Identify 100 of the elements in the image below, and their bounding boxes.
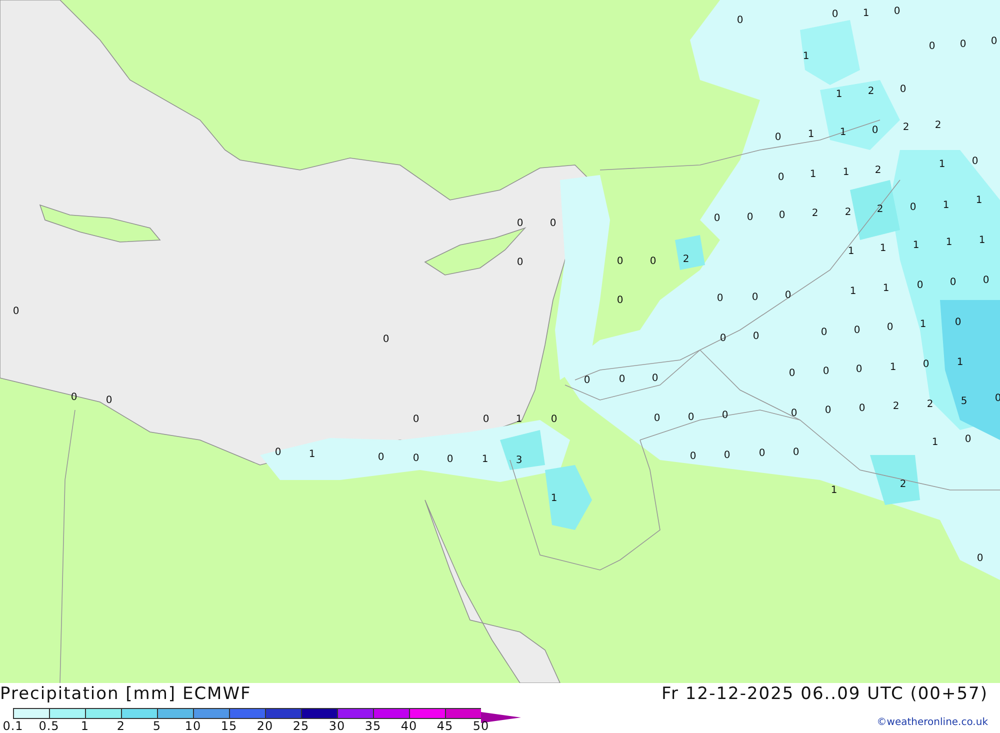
precipitation-value: 2 [902, 122, 910, 133]
precipitation-value: 3 [516, 455, 522, 466]
precipitation-value: 0 [690, 451, 696, 462]
legend-label: 0.5 [38, 719, 60, 733]
precipitation-value: 0 [894, 6, 900, 17]
precipitation-value: 0 [990, 36, 998, 47]
precipitation-value: 1 [808, 129, 814, 140]
precipitation-value: 1 [848, 246, 854, 257]
precipitation-value: 0 [822, 366, 830, 377]
precipitation-value: 0 [650, 256, 656, 267]
precipitation-value: 0 [752, 292, 758, 303]
precipitation-value: 0 [274, 447, 282, 458]
precipitation-value: 2 [868, 86, 874, 97]
precipitation-value: 0 [752, 331, 760, 342]
precipitation-value: 1 [842, 167, 850, 178]
precipitation-value: 0 [70, 392, 78, 403]
precipitation-value: 0 [950, 277, 956, 288]
precipitation-value: 0 [854, 325, 860, 336]
precipitation-value: 0 [516, 257, 524, 268]
precipitation-value: 0 [872, 125, 878, 136]
precipitation-value: 1 [946, 237, 952, 248]
precipitation-value: 0 [482, 414, 490, 425]
precipitation-value: 2 [844, 207, 852, 218]
precipitation-value: 0 [716, 293, 724, 304]
precipitation-value: 0 [616, 256, 624, 267]
precipitation-value: 0 [964, 434, 972, 445]
precipitation-value: 0 [616, 295, 624, 306]
precipitation-value: 2 [876, 204, 884, 215]
legend-label: 1 [80, 719, 90, 733]
precipitation-value: 1 [920, 319, 926, 330]
legend-label: 15 [220, 719, 238, 733]
precipitation-value: 1 [802, 51, 810, 62]
precipitation-value: 1 [830, 485, 838, 496]
precipitation-value: 1 [550, 493, 558, 504]
precipitation-value: 1 [482, 454, 488, 465]
precipitation-value: 0 [778, 172, 784, 183]
precipitation-value: 1 [942, 200, 950, 211]
precipitation-value: 1 [912, 240, 920, 251]
legend-label: 5 [152, 719, 162, 733]
legend-label: 10 [184, 719, 202, 733]
precipitation-value: 0 [446, 454, 454, 465]
precipitation-value: 0 [378, 452, 384, 463]
precipitation-value: 2 [812, 208, 818, 219]
precipitation-value: 0 [746, 212, 754, 223]
precipitation-value: 0 [654, 413, 660, 424]
map-title: Precipitation [mm] ECMWF [0, 683, 252, 705]
legend-label: 35 [364, 719, 382, 733]
precipitation-value: 1 [932, 437, 938, 448]
precipitation-value: 0 [856, 364, 862, 375]
precipitation-value: 0 [790, 408, 798, 419]
precipitation-value: 0 [736, 15, 744, 26]
credit-text: ©weatheronline.co.uk [876, 717, 988, 728]
precipitation-value: 0 [922, 359, 930, 370]
precipitation-value: 0 [720, 333, 726, 344]
legend-label: 20 [256, 719, 274, 733]
precipitation-value: 1 [836, 89, 842, 100]
precipitation-value: 1 [308, 449, 316, 460]
precipitation-value: 5 [960, 396, 968, 407]
precipitation-value: 0 [584, 375, 590, 386]
precipitation-value: 0 [928, 41, 936, 52]
precipitation-value: 0 [412, 453, 420, 464]
precipitation-value: 0 [900, 84, 906, 95]
precipitation-value: 2 [934, 120, 942, 131]
precipitation-value: 2 [926, 399, 934, 410]
precipitation-value: 2 [682, 254, 690, 265]
legend-label: 30 [328, 719, 346, 733]
precipitation-value: 0 [516, 218, 524, 229]
precipitation-value: 0 [784, 290, 792, 301]
precipitation-value: 0 [832, 9, 838, 20]
precipitation-value: 0 [982, 275, 990, 286]
precipitation-value: 0 [778, 210, 786, 221]
precipitation-value: 0 [412, 414, 420, 425]
precipitation-value: 1 [880, 243, 886, 254]
precipitation-value: 0 [652, 373, 658, 384]
precipitation-value: 1 [810, 169, 816, 180]
precipitation-value: 0 [550, 218, 556, 229]
precipitation-value: 0 [106, 395, 112, 406]
precipitation-value: 0 [960, 39, 966, 50]
precipitation-value: 1 [978, 235, 986, 246]
precipitation-value: 0 [550, 414, 558, 425]
precipitation-value: 2 [874, 165, 882, 176]
precipitation-value: 1 [516, 414, 522, 425]
precipitation-value: 0 [688, 412, 694, 423]
precipitation-value: 1 [862, 8, 870, 19]
precipitation-value: 0 [774, 132, 782, 143]
precipitation-value: 1 [882, 283, 890, 294]
precipitation-value: 0 [758, 448, 766, 459]
precipitation-value: 1 [840, 127, 846, 138]
precipitation-value: 2 [900, 479, 906, 490]
precipitation-value: 1 [956, 357, 964, 368]
precipitation-value: 0 [788, 368, 796, 379]
precipitation-value: 0 [858, 403, 866, 414]
legend-label: 40 [400, 719, 418, 733]
precipitation-value: 0 [954, 317, 962, 328]
legend-label: 0.1 [2, 719, 24, 733]
precipitation-value: 0 [820, 327, 828, 338]
valid-time: Fr 12-12-2025 06..09 UTC (00+57) [662, 683, 988, 705]
legend-label: 50 [472, 719, 490, 733]
precipitation-value: 0 [382, 334, 390, 345]
precipitation-value: 0 [714, 213, 720, 224]
